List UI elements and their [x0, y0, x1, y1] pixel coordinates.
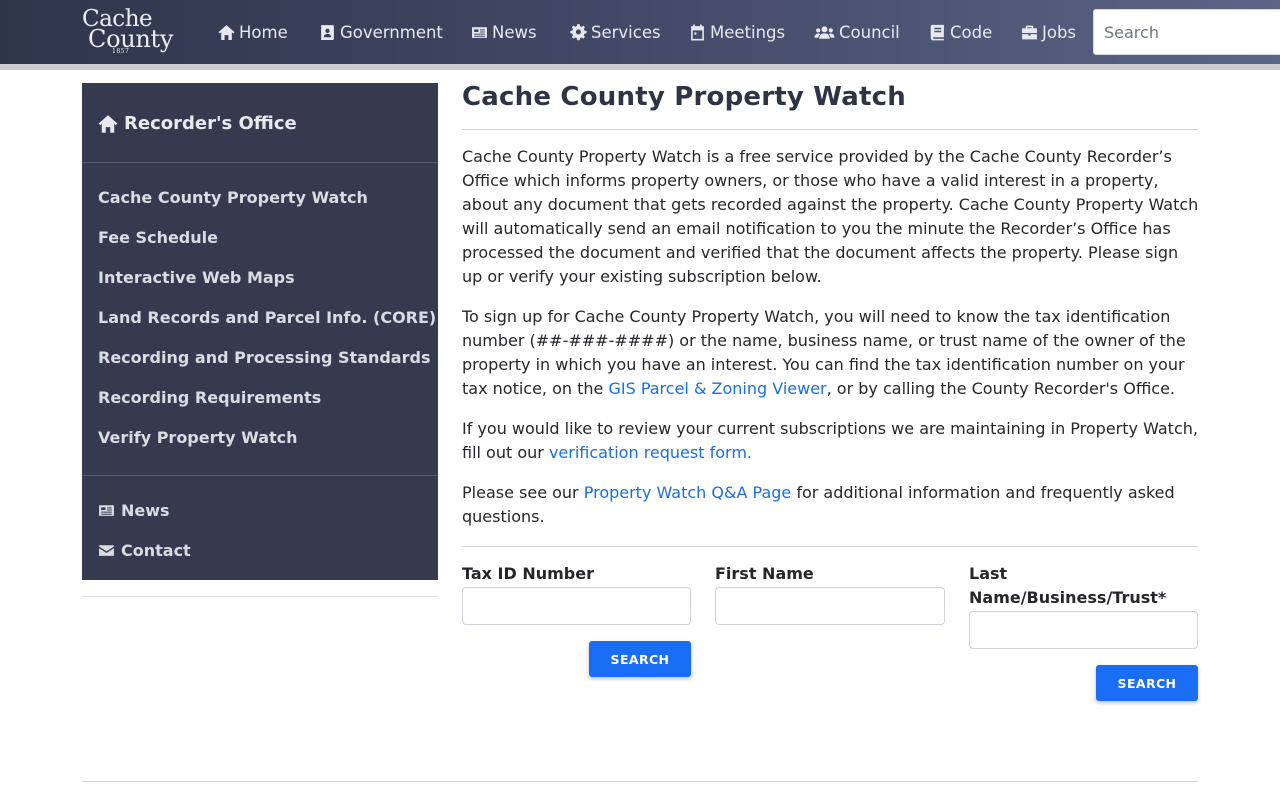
- sidebar-item-property-watch[interactable]: Cache County Property Watch: [98, 188, 368, 207]
- gear-icon: [570, 23, 587, 40]
- sidebar-news-label: News: [121, 501, 170, 520]
- sidebar-item-recording-standards[interactable]: Recording and Processing Standards: [98, 348, 430, 367]
- nav-jobs[interactable]: Jobs: [1021, 20, 1076, 44]
- first-name-label: First Name: [715, 564, 814, 583]
- users-icon: [814, 25, 835, 39]
- nav-code-label: Code: [950, 22, 993, 42]
- nav-services-label: Services: [591, 22, 661, 42]
- calendar-icon: [691, 24, 704, 40]
- nav-meetings[interactable]: Meetings: [689, 20, 785, 44]
- book-icon: [930, 24, 944, 40]
- newspaper-icon: [472, 26, 487, 38]
- gis-viewer-link[interactable]: GIS Parcel & Zoning Viewer: [608, 379, 826, 398]
- logo-line2: County: [88, 25, 174, 53]
- sidebar: Recorder's Office Cache County Property …: [82, 83, 438, 580]
- nav-council-label: Council: [839, 22, 900, 42]
- sidebar-divider-2: [82, 475, 438, 476]
- signup-paragraph: To sign up for Cache County Property Wat…: [462, 305, 1202, 401]
- nav-news[interactable]: News: [471, 20, 537, 44]
- nav-code[interactable]: Code: [929, 20, 992, 44]
- sidebar-heading[interactable]: Recorder's Office: [98, 113, 297, 134]
- name-search-button[interactable]: SEARCH: [1096, 665, 1198, 701]
- verification-form-link[interactable]: verification request form.: [549, 443, 752, 462]
- tax-id-search-button[interactable]: SEARCH: [589, 641, 691, 677]
- intro-paragraph: Cache County Property Watch is a free se…: [462, 147, 1199, 286]
- sidebar-item-land-records[interactable]: Land Records and Parcel Info. (CORE): [98, 308, 436, 327]
- newspaper-icon: [99, 505, 114, 516]
- sidebar-item-web-maps[interactable]: Interactive Web Maps: [98, 268, 295, 287]
- qa-paragraph: Please see our Property Watch Q&A Page f…: [462, 481, 1202, 529]
- tax-id-input[interactable]: [462, 587, 691, 625]
- tax-id-label: Tax ID Number: [462, 564, 594, 583]
- nav-jobs-label: Jobs: [1042, 22, 1077, 42]
- sidebar-contact-label: Contact: [121, 541, 191, 560]
- home-icon: [98, 114, 118, 133]
- navbar-bottom-border: [0, 64, 1280, 70]
- envelope-icon: [99, 545, 114, 556]
- qa-text: Please see our: [462, 483, 584, 502]
- cache-county-logo[interactable]: Cache County 1857: [82, 7, 182, 57]
- signup-text-end: , or by calling the County Recorder's Of…: [826, 379, 1176, 398]
- footer-divider: [82, 781, 1198, 782]
- review-paragraph: If you would like to review your current…: [462, 417, 1202, 465]
- nav-meetings-label: Meetings: [710, 22, 786, 42]
- sidebar-item-news[interactable]: News: [98, 501, 170, 520]
- nav-news-label: News: [492, 22, 537, 42]
- sidebar-item-fee-schedule[interactable]: Fee Schedule: [98, 228, 218, 247]
- sidebar-bottom-rule: [82, 596, 438, 597]
- nav-council[interactable]: Council: [814, 20, 900, 44]
- home-icon: [218, 24, 235, 40]
- form-divider: [462, 546, 1198, 547]
- last-name-label-line2: Name/Business/Trust*: [969, 588, 1167, 607]
- nav-government-label: Government: [340, 22, 443, 42]
- briefcase-icon: [1022, 25, 1037, 39]
- nav-home[interactable]: Home: [218, 20, 288, 44]
- logo-year: 1857: [112, 48, 130, 55]
- last-name-input[interactable]: [969, 611, 1198, 649]
- top-navbar: Cache County 1857 Home Government News S…: [0, 0, 1280, 64]
- last-name-label-line1: Last: [969, 564, 1008, 583]
- sidebar-item-recording-requirements[interactable]: Recording Requirements: [98, 388, 321, 407]
- sidebar-item-verify-property-watch[interactable]: Verify Property Watch: [98, 428, 298, 447]
- nav-services[interactable]: Services: [570, 20, 661, 44]
- sidebar-heading-label: Recorder's Office: [124, 113, 297, 134]
- site-search-input[interactable]: [1093, 9, 1280, 55]
- nav-home-label: Home: [239, 22, 288, 42]
- title-divider: [462, 129, 1198, 130]
- page-title: Cache County Property Watch: [462, 82, 906, 112]
- sidebar-divider: [82, 162, 438, 163]
- nav-government[interactable]: Government: [319, 20, 443, 44]
- address-book-icon: [321, 24, 334, 40]
- first-name-input[interactable]: [715, 587, 945, 625]
- qa-page-link[interactable]: Property Watch Q&A Page: [584, 483, 792, 502]
- sidebar-item-contact[interactable]: Contact: [98, 541, 191, 560]
